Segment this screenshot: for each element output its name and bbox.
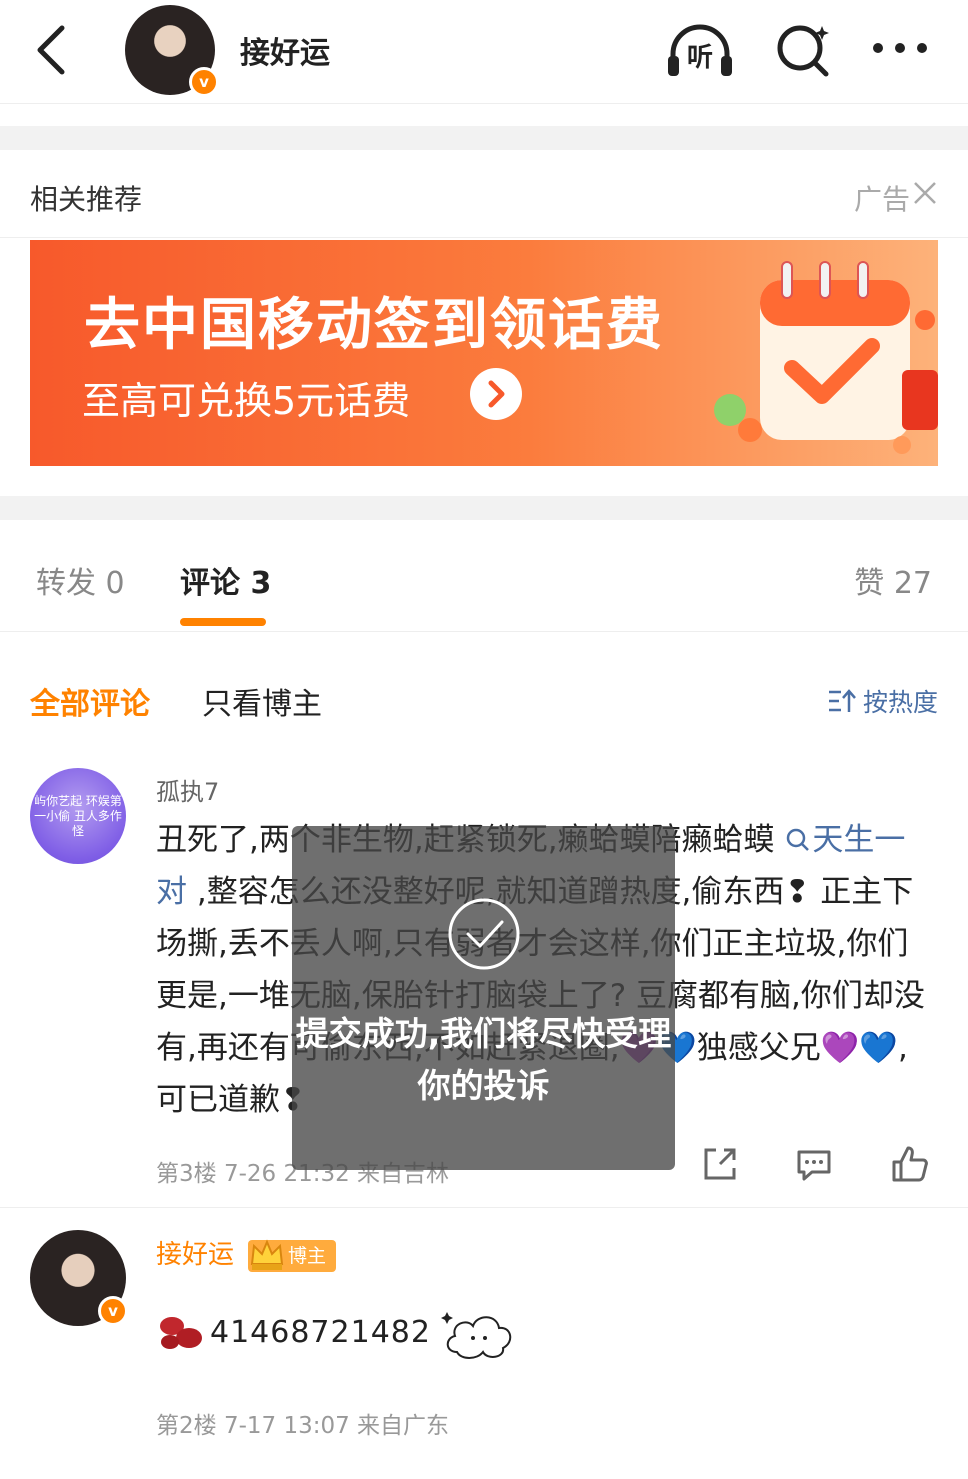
share-button[interactable] [700, 1144, 740, 1184]
search-button[interactable] [770, 20, 840, 80]
avatar-text: 屿你艺起 环娱第一小偷 丑人多作怪 [34, 794, 122, 838]
related-recommend-header: 相关推荐 广告 [0, 150, 968, 238]
sort-by-heat-button[interactable]: 按热度 [827, 683, 938, 719]
share-icon [704, 1148, 736, 1180]
cloud-doodle-icon [440, 1312, 512, 1359]
commenter-name[interactable]: 孤执7 [156, 772, 219, 807]
comment-bubble-icon [797, 1150, 831, 1181]
commenter-avatar[interactable]: v [30, 1230, 128, 1326]
sort-icon [828, 689, 856, 712]
banner-subtitle: 至高可兑换5元话费 [82, 379, 411, 423]
red-bean-icon [160, 1317, 202, 1349]
comment-item: v 接好运 博主 41468721482 第2楼 7-17 13:07 来自广东 [0, 1222, 968, 1479]
author-name[interactable]: 接好运 [240, 28, 330, 72]
active-tab-indicator [180, 618, 266, 626]
comment-number-text: 41468721482 [210, 1314, 431, 1350]
more-button[interactable] [868, 20, 938, 80]
headphones-icon: 听 [668, 24, 732, 76]
chevron-left-icon [37, 25, 65, 75]
close-icon [914, 182, 936, 204]
author-avatar[interactable]: v [125, 5, 219, 97]
owner-badge-label: 博主 [288, 1245, 327, 1267]
commenter-name[interactable]: 接好运 [156, 1234, 234, 1271]
calendar-check-icon [714, 261, 938, 454]
section-divider [0, 496, 968, 520]
toast-text: 提交成功,我们将尽快受理你的投诉 [295, 1014, 672, 1105]
search-icon [777, 25, 829, 77]
filter-all-comments[interactable]: 全部评论 [30, 679, 150, 723]
toast-message: 提交成功,我们将尽快受理你的投诉 [292, 826, 675, 1170]
engagement-tabs: 转发 0 评论 3 赞 27 [0, 520, 968, 632]
filter-owner-only[interactable]: 只看博主 [202, 679, 322, 723]
banner-arrow-icon [470, 368, 522, 420]
listen-label: 听 [687, 43, 713, 73]
sort-label: 按热度 [862, 688, 938, 717]
back-button[interactable] [30, 22, 74, 78]
top-nav-bar: v 接好运 听 [0, 0, 968, 104]
thumbs-up-icon [892, 1146, 928, 1182]
tab-repost[interactable]: 转发 0 [36, 558, 125, 602]
reply-button[interactable] [794, 1144, 834, 1184]
comment-filter-bar: 全部评论 只看博主 按热度 [0, 633, 968, 743]
verified-badge-icon: v [98, 1296, 128, 1326]
owner-badge: 博主 [248, 1239, 337, 1272]
search-icon [787, 828, 810, 851]
related-recommend-title: 相关推荐 [30, 183, 143, 216]
commenter-avatar[interactable]: 屿你艺起 环娱第一小偷 丑人多作怪 [30, 768, 126, 864]
ad-label: 广告 [853, 183, 910, 216]
tab-like[interactable]: 赞 27 [854, 558, 932, 602]
section-divider [0, 126, 968, 150]
more-dots-icon [873, 43, 927, 53]
verified-badge-icon: v [189, 67, 219, 97]
banner-title: 去中国移动签到领话费 [84, 293, 664, 358]
like-button[interactable] [890, 1144, 930, 1184]
ad-banner[interactable]: 去中国移动签到领话费 至高可兑换5元话费 [30, 240, 938, 466]
tab-comment[interactable]: 评论 3 [180, 558, 271, 602]
check-circle-icon [448, 898, 520, 970]
ad-banner-container: 去中国移动签到领话费 至高可兑换5元话费 [0, 238, 968, 496]
comment-meta: 第2楼 7-17 13:07 来自广东 [156, 1413, 450, 1439]
crown-icon [250, 1239, 284, 1270]
ad-close-button[interactable] [912, 178, 938, 208]
comment-text: 41468721482 [156, 1302, 519, 1362]
listen-button[interactable]: 听 [665, 20, 735, 80]
